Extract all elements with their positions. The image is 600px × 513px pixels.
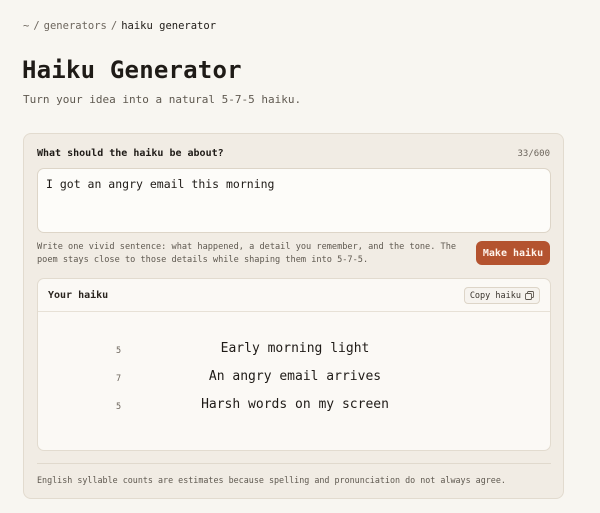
syllable-footnote: English syllable counts are estimates be…	[37, 475, 506, 485]
copy-button-label: Copy haiku	[469, 290, 521, 301]
haiku-line: 7 An angry email arrives	[38, 369, 550, 389]
copy-haiku-button[interactable]: Copy haiku	[463, 287, 540, 304]
copy-icon	[525, 291, 534, 300]
character-count: 33/600	[517, 149, 550, 159]
breadcrumb-generators-link[interactable]: generators	[44, 20, 107, 32]
haiku-form-card: What should the haiku be about? 33/600 I…	[23, 133, 564, 499]
haiku-line-text: An angry email arrives	[208, 369, 382, 384]
breadcrumb-separator: /	[33, 20, 40, 32]
breadcrumb: ~ / generators / haiku generator	[23, 20, 216, 32]
haiku-line-text: Early morning light	[220, 341, 370, 356]
page-title: Haiku Generator	[22, 56, 242, 84]
breadcrumb-current: haiku generator	[121, 20, 217, 32]
help-text: Write one vivid sentence: what happened,…	[37, 242, 457, 265]
haiku-output-panel: Your haiku Copy haiku 5 Early morning li…	[37, 278, 551, 451]
output-header: Your haiku Copy haiku	[38, 279, 550, 312]
breadcrumb-separator: /	[110, 20, 118, 32]
output-title: Your haiku	[48, 290, 109, 301]
haiku-line-text: Harsh words on my screen	[201, 397, 389, 412]
prompt-input[interactable]: I got an angry email this morning	[37, 168, 551, 233]
prompt-label: What should the haiku be about?	[37, 148, 224, 159]
page-subtitle: Turn your idea into a natural 5-7-5 haik…	[23, 93, 302, 106]
divider	[37, 463, 551, 464]
breadcrumb-home-link[interactable]: ~	[23, 20, 29, 32]
make-haiku-button[interactable]: Make haiku	[476, 241, 550, 265]
haiku-line: 5 Harsh words on my screen	[38, 397, 550, 417]
haiku-line: 5 Early morning light	[38, 341, 550, 361]
